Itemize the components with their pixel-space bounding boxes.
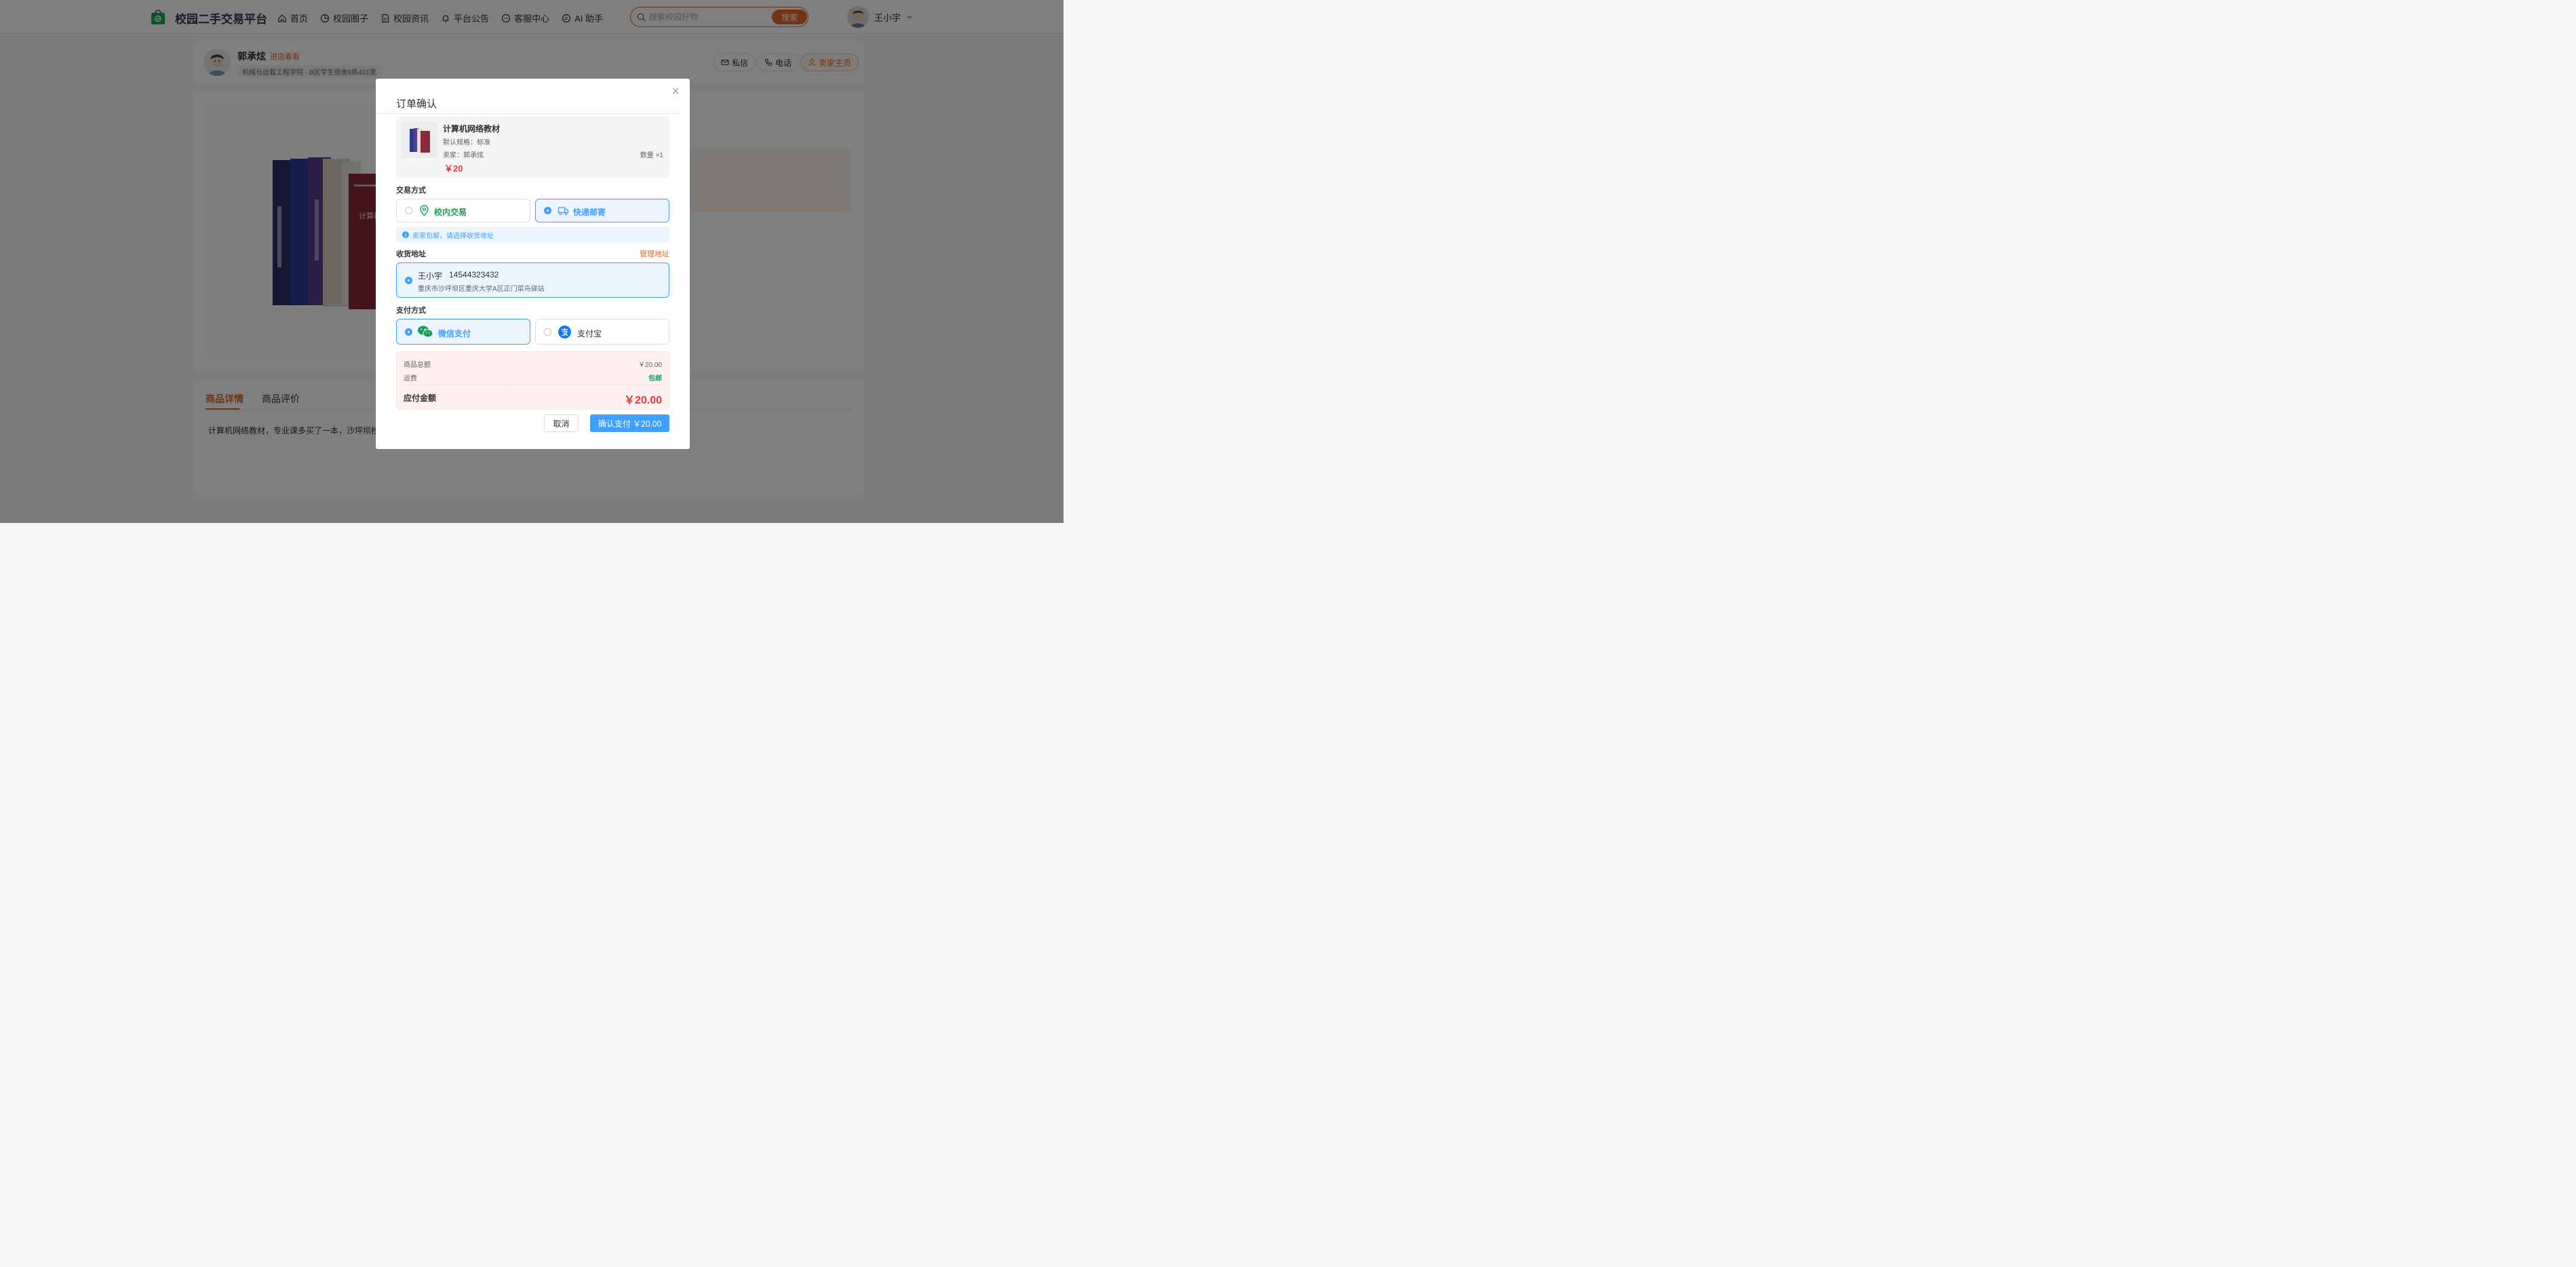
item-thumbnail <box>402 122 437 158</box>
trade-method-label: 交易方式 <box>396 187 426 195</box>
item-name: 计算机网络教材 <box>443 124 501 134</box>
recipient-phone: 14544323432 <box>449 270 499 279</box>
alipay-icon <box>558 326 571 338</box>
shipping-notice-text: 卖家包邮，请选择收货地址 <box>412 233 494 240</box>
item-price: ￥20 <box>444 163 463 174</box>
goods-total-label: 商品总额 <box>404 362 431 369</box>
trade-option-campus[interactable]: 校内交易 <box>396 199 530 222</box>
amount-due-label: 应付金额 <box>404 393 437 403</box>
express-radio[interactable] <box>544 207 551 214</box>
address-option[interactable]: 王小宇 14544323432 重庆市沙坪坝区重庆大学A区正门菜鸟驿站 <box>396 262 669 298</box>
manage-address-link[interactable]: 管理地址 <box>640 248 669 259</box>
order-confirm-dialog: 订单确认 计算机网络教材 默认规格：标准 卖家：郭承炫 数量 ×1 ￥20 交易… <box>376 79 690 449</box>
trade-option-express[interactable]: 快递邮寄 <box>535 199 669 222</box>
item-seller: 卖家：郭承炫 <box>443 152 484 159</box>
truck-icon <box>558 207 569 216</box>
item-spec: 默认规格：标准 <box>443 139 490 147</box>
wechat-pay-label: 微信支付 <box>438 329 471 338</box>
address-radio[interactable] <box>405 277 412 284</box>
price-summary: 商品总额 ￥20.00 运费 包邮 应付金额 ￥20.00 <box>396 351 669 410</box>
campus-radio[interactable] <box>405 207 412 214</box>
amount-due-value: ￥20.00 <box>623 395 662 406</box>
address-label: 收货地址 <box>396 250 426 258</box>
shipping-fee-value: 包邮 <box>648 375 662 383</box>
location-pin-icon <box>420 205 429 216</box>
shipping-notice: 卖家包邮，请选择收货地址 <box>396 227 669 242</box>
dialog-title-divider <box>376 113 680 114</box>
info-icon <box>402 231 409 238</box>
campus-option-label: 校内交易 <box>434 208 467 217</box>
dialog-title: 订单确认 <box>396 98 437 110</box>
cancel-button[interactable]: 取消 <box>544 414 579 432</box>
alipay-label: 支付宝 <box>577 329 602 338</box>
recipient-name: 王小宇 <box>418 271 443 281</box>
wechat-icon <box>418 326 433 338</box>
item-quantity: 数量 ×1 <box>640 152 663 159</box>
order-item-card: 计算机网络教材 默认规格：标准 卖家：郭承炫 数量 ×1 ￥20 <box>396 117 669 178</box>
alipay-radio[interactable] <box>544 328 551 336</box>
payment-option-alipay[interactable]: 支付宝 <box>535 319 669 345</box>
recipient-address: 重庆市沙坪坝区重庆大学A区正门菜鸟驿站 <box>418 286 545 293</box>
payment-method-label: 支付方式 <box>396 307 426 315</box>
payment-option-wechat[interactable]: 微信支付 <box>396 319 530 345</box>
close-icon[interactable] <box>671 87 680 95</box>
confirm-pay-button[interactable]: 确认支付 ￥20.00 <box>590 414 669 432</box>
express-option-label: 快递邮寄 <box>573 208 606 217</box>
shipping-fee-label: 运费 <box>404 375 417 383</box>
goods-total-value: ￥20.00 <box>638 362 662 369</box>
wechat-radio[interactable] <box>405 328 412 336</box>
